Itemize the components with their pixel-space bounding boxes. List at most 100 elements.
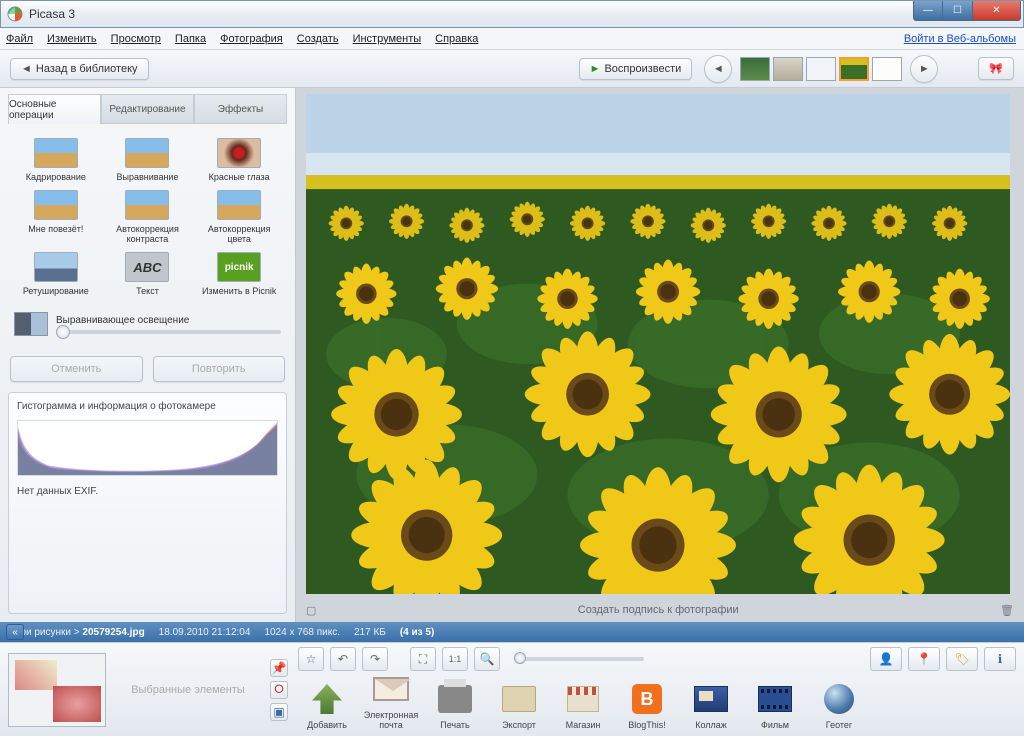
tab-basic-fixes[interactable]: Основные операции bbox=[8, 94, 101, 124]
redeye-icon bbox=[217, 138, 261, 168]
back-label: Назад в библиотеку bbox=[36, 63, 138, 75]
rotate-left-button[interactable]: ↶ bbox=[330, 647, 356, 671]
tool-lucky[interactable]: Мне повезёт! bbox=[12, 190, 100, 244]
clear-button[interactable]: ⭘ bbox=[270, 681, 288, 699]
histogram-chart bbox=[17, 420, 278, 476]
retouch-icon bbox=[34, 252, 78, 282]
add-to-album-button[interactable]: ▣ bbox=[270, 703, 288, 721]
exif-status: Нет данных EXIF. bbox=[17, 486, 278, 497]
menu-edit[interactable]: Изменить bbox=[47, 33, 97, 45]
collapse-tray-button[interactable]: « bbox=[6, 624, 24, 640]
play-slideshow-button[interactable]: Воспроизвести bbox=[579, 58, 693, 80]
globe-icon bbox=[824, 684, 854, 714]
undo-button[interactable]: Отменить bbox=[10, 356, 143, 382]
filmstrip-thumb[interactable] bbox=[773, 57, 803, 81]
star-button[interactable]: ☆ bbox=[298, 647, 324, 671]
edit-panel: Основные операции Редактирование Эффекты… bbox=[0, 88, 296, 622]
next-photo-button[interactable] bbox=[910, 55, 938, 83]
tags-button[interactable]: 🏷 bbox=[946, 647, 978, 671]
action-print[interactable]: Печать bbox=[426, 681, 484, 730]
blogger-icon: B bbox=[632, 684, 662, 714]
fill-light-icon bbox=[14, 312, 48, 336]
fit-button[interactable]: ⛶ bbox=[410, 647, 436, 671]
tab-effects[interactable]: Эффекты bbox=[194, 94, 287, 124]
viewer-area: ▢ Создать подпись к фотографии 🗑 bbox=[296, 88, 1024, 622]
photo-canvas[interactable] bbox=[306, 94, 1014, 598]
tool-text[interactable]: ABCТекст bbox=[104, 252, 192, 296]
minimize-button[interactable]: — bbox=[913, 1, 943, 21]
upload-icon bbox=[312, 684, 342, 714]
arrow-left-icon bbox=[713, 63, 724, 75]
menu-folder[interactable]: Папка bbox=[175, 33, 206, 45]
prev-photo-button[interactable] bbox=[704, 55, 732, 83]
tool-crop[interactable]: Кадрирование bbox=[12, 138, 100, 182]
tool-retouch[interactable]: Ретуширование bbox=[12, 252, 100, 296]
zoom-slider[interactable] bbox=[514, 657, 644, 661]
web-albums-login-link[interactable]: Войти в Веб-альбомы bbox=[904, 33, 1016, 45]
filmstrip bbox=[740, 57, 902, 81]
action-upload[interactable]: Добавить bbox=[298, 681, 356, 730]
hold-button[interactable]: 📌 bbox=[270, 659, 288, 677]
action-email[interactable]: Электронная почта bbox=[362, 671, 420, 730]
redo-button[interactable]: Повторить bbox=[153, 356, 286, 382]
menu-view[interactable]: Просмотр bbox=[111, 33, 161, 45]
slider-knob[interactable] bbox=[56, 325, 70, 339]
menu-help[interactable]: Справка bbox=[435, 33, 478, 45]
tag-icon[interactable]: ▢ bbox=[306, 604, 316, 617]
tray-selected-label: Выбранные элементы bbox=[112, 684, 264, 696]
places-button[interactable]: 📍 bbox=[908, 647, 940, 671]
filmstrip-thumb[interactable] bbox=[806, 57, 836, 81]
tool-auto-contrast[interactable]: Автокоррекция контраста bbox=[104, 190, 192, 244]
fill-light-slider[interactable] bbox=[56, 330, 281, 334]
tool-picnik[interactable]: picnikИзменить в Picnik bbox=[195, 252, 283, 296]
action-shop[interactable]: Магазин bbox=[554, 681, 612, 730]
edit-tabs: Основные операции Редактирование Эффекты bbox=[8, 94, 287, 124]
action-collage[interactable]: Коллаж bbox=[682, 681, 740, 730]
tool-redeye[interactable]: Красные глаза bbox=[195, 138, 283, 182]
info-button[interactable]: ℹ bbox=[984, 647, 1016, 671]
actual-size-button[interactable]: 1:1 bbox=[442, 647, 468, 671]
menu-file[interactable]: Файл bbox=[6, 33, 33, 45]
close-button[interactable]: ✕ bbox=[973, 1, 1021, 21]
rotate-right-button[interactable]: ↷ bbox=[362, 647, 388, 671]
trash-icon[interactable]: 🗑 bbox=[1000, 604, 1014, 617]
histogram-panel: Гистограмма и информация о фотокамере Не… bbox=[8, 392, 287, 614]
maximize-button[interactable]: ☐ bbox=[943, 1, 973, 21]
straighten-icon bbox=[125, 138, 169, 168]
histogram-title: Гистограмма и информация о фотокамере bbox=[17, 401, 278, 412]
status-info: Мои рисунки > 20579254.jpg 18.09.2010 21… bbox=[12, 627, 434, 638]
tool-auto-color[interactable]: Автокоррекция цвета bbox=[195, 190, 283, 244]
loupe-button[interactable]: 🔍 bbox=[474, 647, 500, 671]
arrow-left-icon bbox=[21, 63, 32, 75]
lucky-icon bbox=[34, 190, 78, 220]
back-to-library-button[interactable]: Назад в библиотеку bbox=[10, 58, 149, 80]
action-blog[interactable]: BBlogThis! bbox=[618, 681, 676, 730]
slider-knob[interactable] bbox=[514, 652, 526, 664]
tool-straighten[interactable]: Выравнивание bbox=[104, 138, 192, 182]
folder-icon bbox=[502, 686, 536, 712]
play-icon bbox=[590, 63, 601, 75]
tray-thumbnail[interactable] bbox=[8, 653, 106, 727]
caption-input[interactable]: Создать подпись к фотографии bbox=[578, 604, 739, 616]
action-geotag[interactable]: Геотег bbox=[810, 681, 868, 730]
photo-tray: Выбранные элементы 📌 ⭘ ▣ ☆ ↶ ↷ ⛶ 1:1 🔍 👤… bbox=[0, 642, 1024, 736]
filmstrip-thumb[interactable] bbox=[740, 57, 770, 81]
action-movie[interactable]: Фильм bbox=[746, 681, 804, 730]
status-bar: « Мои рисунки > 20579254.jpg 18.09.2010 … bbox=[0, 622, 1024, 642]
toolbar: Назад в библиотеку Воспроизвести 🎀 bbox=[0, 50, 1024, 88]
filmstrip-thumb-selected[interactable] bbox=[839, 57, 869, 81]
tab-editing[interactable]: Редактирование bbox=[101, 94, 194, 124]
action-export[interactable]: Экспорт bbox=[490, 681, 548, 730]
caption-bar: ▢ Создать подпись к фотографии 🗑 bbox=[296, 598, 1024, 622]
color-icon bbox=[217, 190, 261, 220]
film-icon bbox=[758, 686, 792, 712]
menubar: Файл Изменить Просмотр Папка Фотография … bbox=[0, 28, 1024, 50]
menu-photo[interactable]: Фотография bbox=[220, 33, 283, 45]
contrast-icon bbox=[125, 190, 169, 220]
people-button[interactable]: 👤 bbox=[870, 647, 902, 671]
menu-tools[interactable]: Инструменты bbox=[353, 33, 422, 45]
gift-button[interactable]: 🎀 bbox=[978, 57, 1014, 80]
picnik-icon: picnik bbox=[217, 252, 261, 282]
filmstrip-thumb[interactable] bbox=[872, 57, 902, 81]
menu-create[interactable]: Создать bbox=[297, 33, 339, 45]
